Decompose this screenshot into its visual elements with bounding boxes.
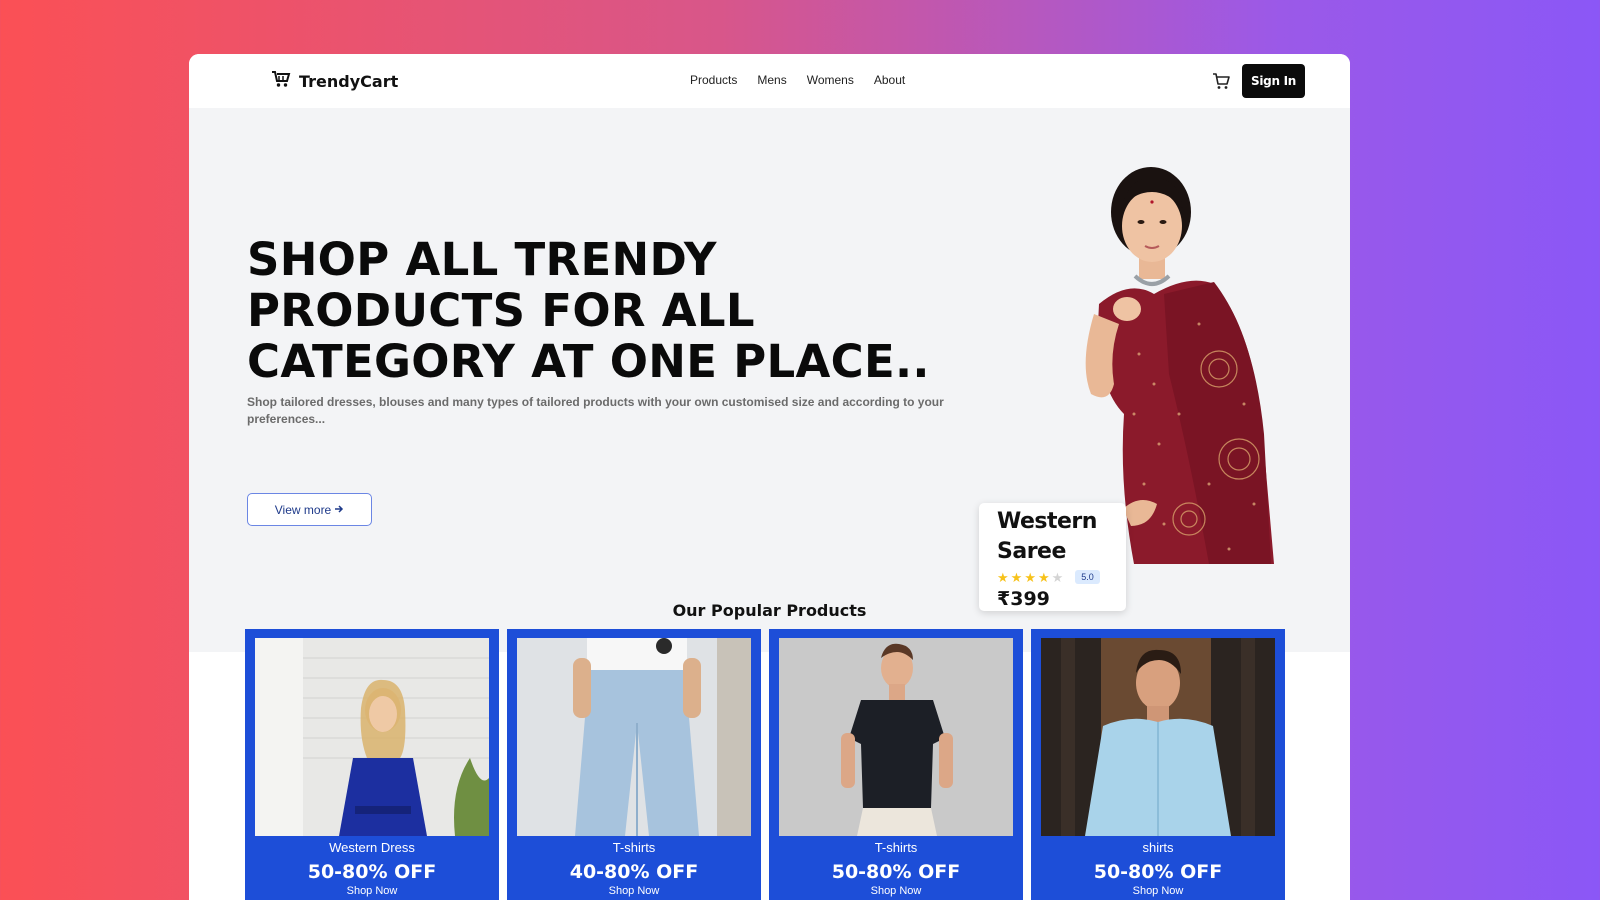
view-more-label: View more (274, 502, 332, 517)
hero-section: SHOP ALL TRENDY PRODUCTS FOR ALL CATEGOR… (189, 108, 1350, 652)
star-icon: ★ (997, 569, 1009, 585)
product-offer: 40-80% OFF (569, 861, 699, 883)
nav-link-about[interactable]: About (874, 73, 905, 87)
featured-product-name: Western Saree (997, 509, 1097, 564)
rating-badge: 5.0 (1075, 570, 1100, 584)
star-empty-icon: ★ (1051, 569, 1064, 585)
product-image (517, 638, 751, 836)
cart-logo-icon (271, 70, 291, 93)
view-more-button[interactable]: View more (247, 493, 372, 526)
product-card[interactable]: T-shirts 50-80% OFF Shop Now (769, 629, 1023, 900)
featured-product-card[interactable]: Western Saree ★ ★ ★ ★ ★ 5.0 ₹399 (979, 503, 1126, 611)
product-name: T-shirts (612, 840, 656, 855)
cart-icon[interactable] (1211, 71, 1233, 93)
hero-title: SHOP ALL TRENDY PRODUCTS FOR ALL CATEGOR… (247, 233, 930, 388)
nav-link-womens[interactable]: Womens (807, 73, 854, 87)
browser-window: TrendyCart Products Mens Womens About Si… (189, 54, 1350, 900)
product-card[interactable]: T-shirts 40-80% OFF Shop Now (507, 629, 761, 900)
main-nav: Products Mens Womens About (690, 73, 905, 87)
star-icon: ★ (1010, 569, 1023, 585)
product-offer: 50-80% OFF (1093, 861, 1223, 883)
navbar: TrendyCart Products Mens Womens About Si… (189, 54, 1350, 108)
shop-now-link[interactable]: Shop Now (517, 885, 751, 897)
product-image (255, 638, 489, 836)
brand-logo[interactable]: TrendyCart (271, 70, 398, 93)
hero-subtitle: Shop tailored dresses, blouses and many … (247, 395, 944, 426)
shop-now-link[interactable]: Shop Now (779, 885, 1013, 897)
section-title: Our Popular Products (672, 601, 867, 620)
star-icon: ★ (1037, 569, 1050, 585)
product-offer: 50-80% OFF (831, 861, 961, 883)
nav-link-mens[interactable]: Mens (757, 73, 786, 87)
shop-now-link[interactable]: Shop Now (255, 885, 489, 897)
brand-name: TrendyCart (299, 72, 399, 91)
product-image (1041, 638, 1275, 836)
product-name: T-shirts (874, 840, 918, 855)
shop-now-link[interactable]: Shop Now (1041, 885, 1275, 897)
nav-link-products[interactable]: Products (690, 73, 737, 87)
product-image (779, 638, 1013, 836)
product-name: shirts (1142, 840, 1174, 855)
popular-products-grid: Western Dress 50-80% OFF Shop Now T-shir… (245, 629, 1285, 900)
product-offer: 50-80% OFF (307, 861, 437, 883)
product-name: Western Dress (329, 840, 415, 855)
product-card[interactable]: Western Dress 50-80% OFF Shop Now (245, 629, 499, 900)
star-icon: ★ (1024, 569, 1036, 585)
product-card[interactable]: shirts 50-80% OFF Shop Now (1031, 629, 1285, 900)
sign-in-button[interactable]: Sign In (1242, 64, 1305, 98)
arrow-right-icon (334, 503, 344, 517)
rating-stars: ★ ★ ★ ★ ★ 5.0 (997, 570, 1126, 584)
